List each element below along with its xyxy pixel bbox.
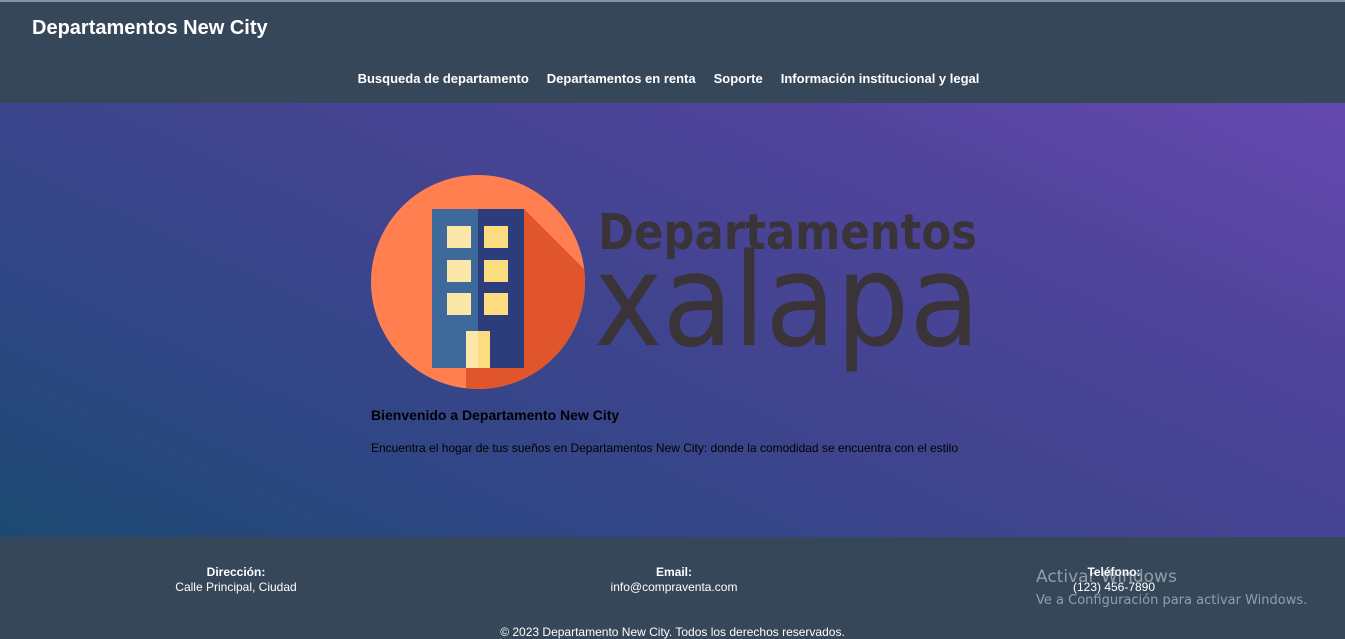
logo-door-right: [478, 331, 490, 368]
welcome-title: Bienvenido a Departamento New City: [371, 407, 620, 423]
nav-link-soporte[interactable]: Soporte: [713, 71, 764, 86]
logo-door-left: [466, 331, 478, 368]
welcome-text: Encuentra el hogar de tus sueños en Depa…: [371, 441, 959, 455]
nav-link-departamentos-renta[interactable]: Departamentos en renta: [546, 71, 697, 86]
watermark-line2: Ve a Configuración para activar Windows.: [1036, 593, 1308, 608]
welcome-block: Bienvenido a Departamento New City Encue…: [371, 407, 980, 456]
site-title[interactable]: Departamentos New City: [32, 17, 268, 40]
address-label: Dirección:: [206, 565, 266, 579]
hero-section: Departamentos xalapa Bienvenido a Depart…: [0, 103, 1345, 537]
email-label: Email:: [655, 565, 692, 579]
address-value: Calle Principal, Ciudad: [175, 580, 297, 594]
nav-link-informacion[interactable]: Información institucional y legal: [780, 71, 981, 86]
footer-email: Email: info@compraventa.com: [524, 565, 824, 595]
copyright-text: © 2023 Departamento New City. Todos los …: [500, 625, 845, 639]
footer-address: Dirección: Calle Principal, Ciudad: [86, 565, 386, 595]
watermark-line1: Activar Windows: [1036, 567, 1177, 587]
main-nav: Busqueda de departamento Departamentos e…: [0, 71, 1345, 86]
departamentos-xalapa-logo: Departamentos xalapa: [371, 175, 980, 389]
site-header: Departamentos New City Busqueda de depar…: [0, 2, 1345, 103]
logo-text-line2: xalapa: [594, 227, 980, 376]
email-value[interactable]: info@compraventa.com: [524, 580, 824, 595]
windows-activation-watermark: Activar Windows Ve a Configuración para …: [1036, 567, 1307, 608]
nav-link-busqueda[interactable]: Busqueda de departamento: [357, 71, 530, 86]
